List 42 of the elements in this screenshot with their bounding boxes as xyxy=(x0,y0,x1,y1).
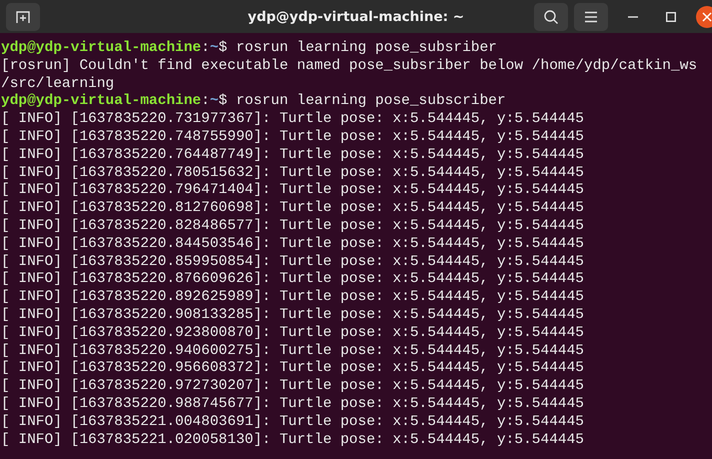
maximize-icon xyxy=(666,12,676,22)
prompt-path: ~ xyxy=(210,40,219,56)
search-icon xyxy=(543,8,559,24)
menu-button[interactable] xyxy=(574,2,608,30)
output-line: [ INFO] [1637835220.731977367]: Turtle pose: x:5.544445, y:5.544445 xyxy=(1,111,584,128)
command-text: rosrun learning pose_subscriber xyxy=(234,93,506,110)
new-tab-button[interactable] xyxy=(6,2,40,30)
close-button[interactable] xyxy=(696,6,712,28)
output-line: /src/learning xyxy=(1,76,114,92)
prompt-separator: : xyxy=(201,40,210,56)
output-line: [ INFO] [1637835220.844503546]: Turtle pose: x:5.544445, y:5.544445 xyxy=(1,236,584,252)
output-line: [rosrun] Couldn't find executable named pose_subsriber below /home/ydp/catkin_ws xyxy=(1,58,698,74)
minimize-icon xyxy=(628,16,638,18)
prompt-user: ydp@ydp-virtual-machine xyxy=(1,40,202,56)
menu-icon xyxy=(584,10,598,22)
prompt-separator: : xyxy=(201,93,210,110)
output-line: [ INFO] [1637835220.972730207]: Turtle pose: x:5.544445, y:5.544445 xyxy=(1,378,584,394)
output-line: [ INFO] [1637835220.796471404]: Turtle pose: x:5.544445, y:5.544445 xyxy=(1,182,584,198)
prompt-symbol: $ xyxy=(218,40,228,56)
output-line: [ INFO] [1637835220.892625989]: Turtle pose: x:5.544445, y:5.544445 xyxy=(1,289,584,306)
output-line: [ INFO] [1637835220.876609626]: Turtle pose: x:5.544445, y:5.544445 xyxy=(1,271,584,288)
window-title: ydp@ydp-virtual-machine: ~ xyxy=(248,8,464,24)
close-icon xyxy=(702,12,712,22)
output-line: [ INFO] [1637835220.956608372]: Turtle pose: x:5.544445, y:5.544445 xyxy=(1,360,584,376)
search-button[interactable] xyxy=(534,2,568,30)
output-line: [ INFO] [1637835220.908133285]: Turtle pose: x:5.544445, y:5.544445 xyxy=(1,306,584,323)
command-text: rosrun learning pose_subsriber xyxy=(234,40,497,56)
new-tab-icon xyxy=(15,8,31,24)
prompt-user: ydp@ydp-virtual-machine xyxy=(1,93,202,110)
output-line: [ INFO] [1637835220.812760698]: Turtle pose: x:5.544445, y:5.544445 xyxy=(1,200,584,216)
output-line: [ INFO] [1637835221.004803691]: Turtle pose: x:5.544445, y:5.544445 xyxy=(1,414,584,430)
prompt-path: ~ xyxy=(210,93,219,110)
output-line: [ INFO] [1637835221.020058130]: Turtle pose: x:5.544445, y:5.544445 xyxy=(1,432,584,448)
prompt-symbol: $ xyxy=(218,93,228,110)
output-line: [ INFO] [1637835220.988745677]: Turtle pose: x:5.544445, y:5.544445 xyxy=(1,396,584,412)
output-line: [ INFO] [1637835220.764487749]: Turtle pose: x:5.544445, y:5.544445 xyxy=(1,146,584,163)
output-line: [ INFO] [1637835220.828486577]: Turtle pose: x:5.544445, y:5.544445 xyxy=(1,218,584,234)
output-line: [ INFO] [1637835220.748755990]: Turtle pose: x:5.544445, y:5.544445 xyxy=(1,128,584,145)
output-line: [ INFO] [1637835220.780515632]: Turtle pose: x:5.544445, y:5.544445 xyxy=(1,164,584,181)
output-line: [ INFO] [1637835220.940600275]: Turtle pose: x:5.544445, y:5.544445 xyxy=(1,342,584,359)
output-line: [ INFO] [1637835220.859950854]: Turtle pose: x:5.544445, y:5.544445 xyxy=(1,254,584,270)
output-line: [ INFO] [1637835220.923800870]: Turtle pose: x:5.544445, y:5.544445 xyxy=(1,324,584,341)
